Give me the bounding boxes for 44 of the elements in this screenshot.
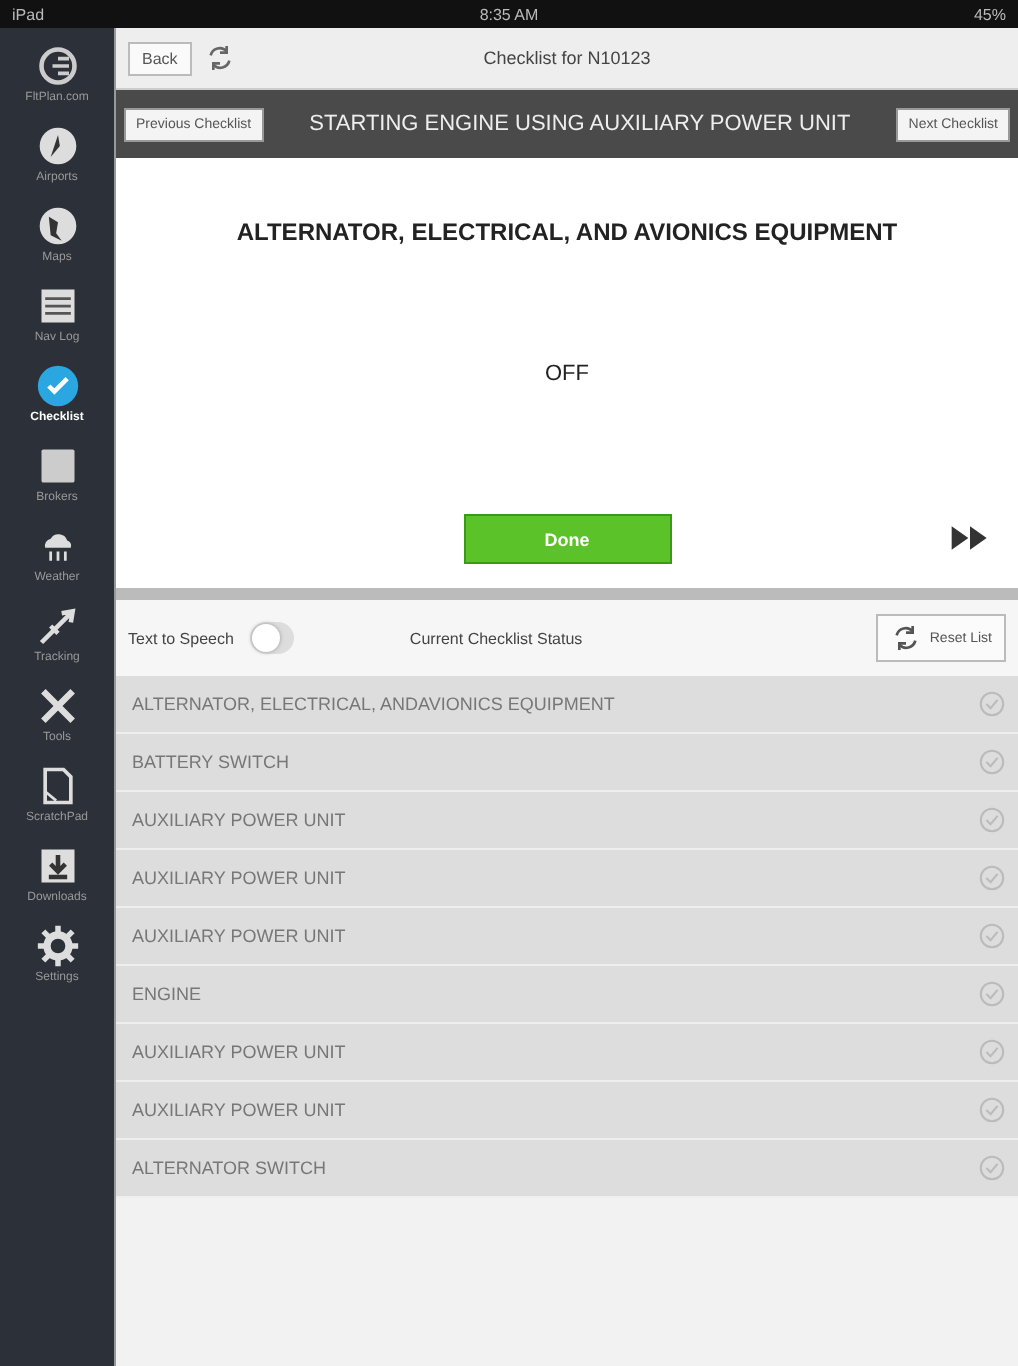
battery-percent: 45% [973,5,1006,23]
checklist-row[interactable]: AUXILIARY POWER UNIT [116,1024,1018,1082]
checklist-item-label: AUXILIARY POWER UNIT [132,1100,348,1120]
checklist-row[interactable]: AUXILIARY POWER UNIT [116,792,1018,850]
checklist-item-label: BATTERY SWITCH [132,752,292,772]
status-label: Current Checklist Status [409,629,583,647]
check-icon[interactable] [978,922,1006,950]
check-icon[interactable] [978,864,1006,892]
checklist-title: STARTING ENGINE USING AUXILIARY POWER UNIT [307,111,853,137]
clock-time: 8:35 AM [479,5,539,23]
carrier-label: iPad [12,5,45,23]
checklist-item-label: AUXILIARY POWER UNIT [132,868,348,888]
check-icon [35,364,79,408]
fast-forward-icon[interactable] [950,524,990,552]
check-icon[interactable] [978,1038,1006,1066]
check-icon[interactable] [978,1154,1006,1182]
checklist-row[interactable]: BATTERY SWITCH [116,734,1018,792]
checklist-item-label: ENGINE [132,984,204,1004]
checklist-row[interactable]: AUXILIARY POWER UNIT [116,850,1018,908]
checklist-item-label: ALTERNATOR, ELECTRICAL, ANDAVIONICS EQUIPMENT [132,694,617,714]
check-icon[interactable] [978,690,1006,718]
compass-icon [35,124,79,168]
step-action: OFF [545,362,589,386]
back-button[interactable]: Back [128,41,192,75]
tools-icon [35,684,79,728]
logo-icon [35,44,79,88]
checklist-row[interactable]: ENGINE [116,966,1018,1024]
check-icon[interactable] [978,806,1006,834]
checklist-item-label: AUXILIARY POWER UNIT [132,1042,348,1062]
checklist-row[interactable]: ALTERNATOR SWITCH [116,1140,1018,1198]
checklist-row[interactable]: AUXILIARY POWER UNIT [116,908,1018,966]
checklist-row[interactable]: AUXILIARY POWER UNIT [116,1082,1018,1140]
checklist-item-label: AUXILIARY POWER UNIT [132,810,348,830]
checklist-row[interactable]: ALTERNATOR, ELECTRICAL, ANDAVIONICS EQUIPMENT [116,676,1018,734]
header-title: Checklist for N10123 [483,48,651,68]
check-icon[interactable] [978,748,1006,776]
checklist-item-label: AUXILIARY POWER UNIT [132,926,348,946]
check-icon[interactable] [978,1096,1006,1124]
checklist-item-label: ALTERNATOR SWITCH [132,1158,329,1178]
speech-toggle[interactable] [249,622,294,654]
check-icon[interactable] [978,980,1006,1008]
settings-icon [35,924,79,968]
text-to-speech-label: Text to Speech [128,629,234,647]
step-item: ALTERNATOR, ELECTRICAL, AND AVIONICS EQUIPMENT [236,218,898,246]
